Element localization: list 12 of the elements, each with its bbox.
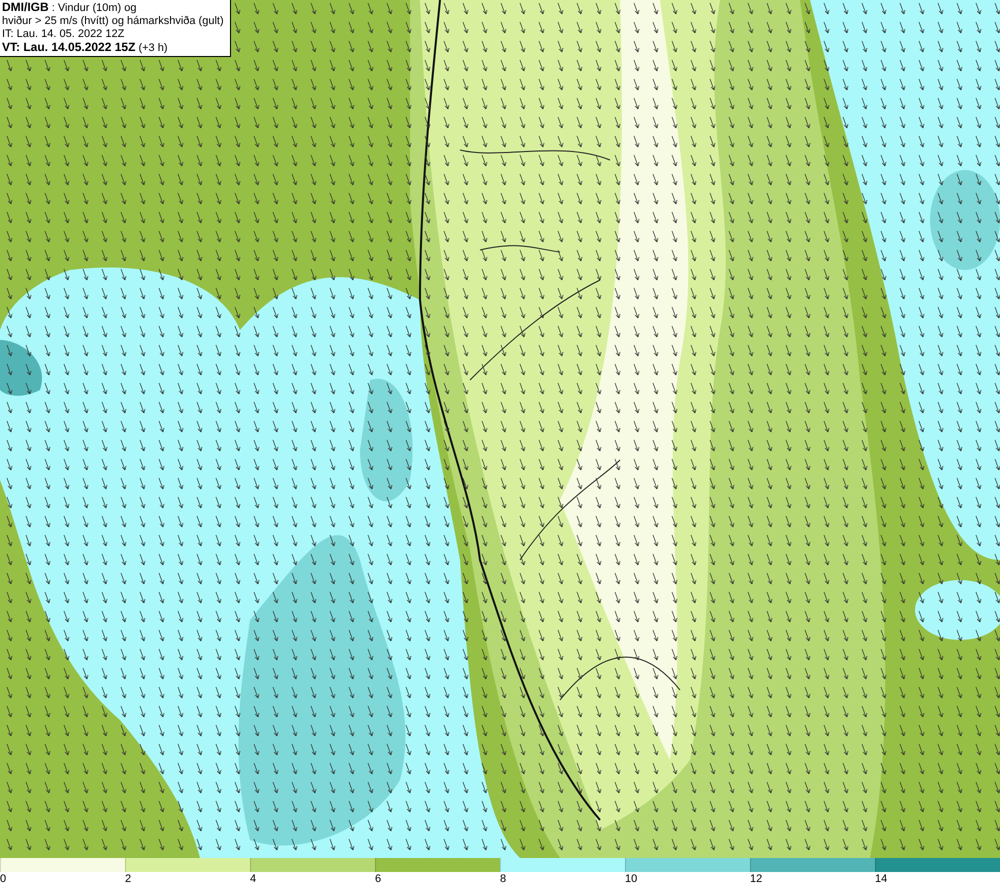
legend-label: 4 [250,872,256,887]
legend-label: 14 [875,872,888,887]
legend-label: 6 [375,872,382,887]
legend-label: 8 [500,872,506,887]
info-text: DMI/IGB : Vindur (10m) og [2,1,138,15]
legend-label: 2 [125,872,132,887]
legend-label: 12 [750,872,762,887]
info-text: IT: Lau. 14. 05. 2022 12Z [2,28,126,41]
info-text: VT: Lau. 14.05.2022 15Z (+3 h) [2,41,169,55]
legend-label: 10 [625,872,638,887]
legend-label: 0 [0,872,6,887]
info-text: hviður > 25 m/s (hvítt) og hámarkshviða (gult) [2,15,225,28]
